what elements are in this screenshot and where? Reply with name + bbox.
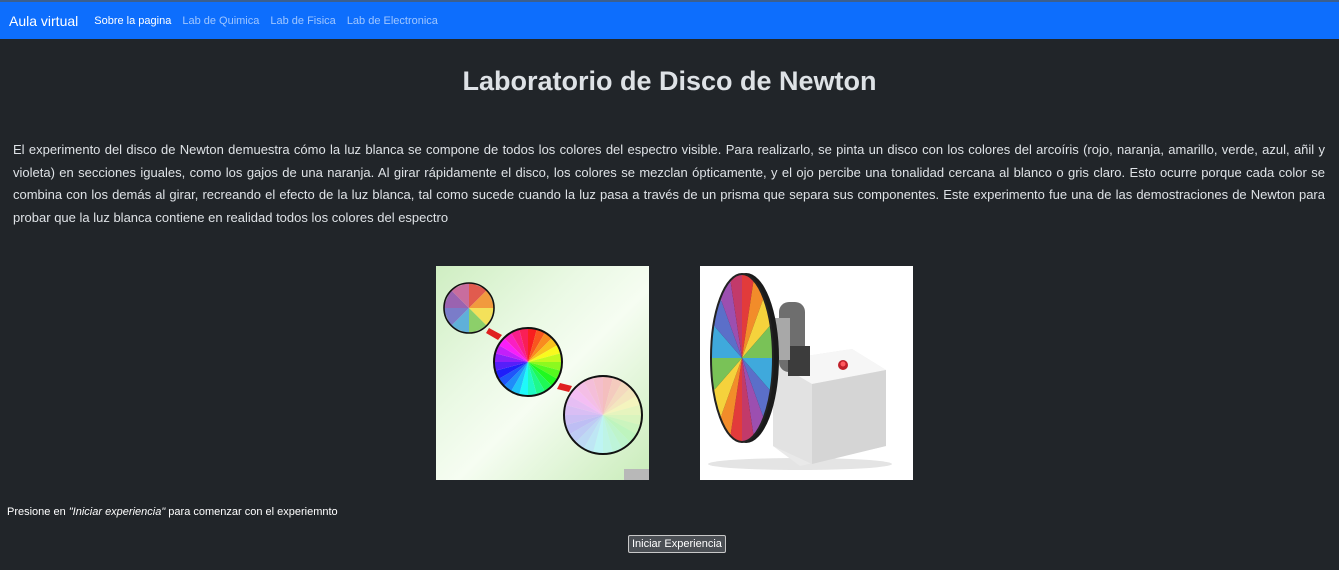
newton-disc-diagram-image: [436, 266, 649, 480]
instruction-prefix: Presione en: [7, 506, 69, 518]
newton-disc-device-image: [700, 266, 913, 480]
page-title: Laboratorio de Disco de Newton: [462, 66, 877, 96]
instruction-text: Presione en "Iniciar experiencia" para c…: [7, 506, 338, 518]
nav-link-fisica[interactable]: Lab de Fisica: [270, 15, 335, 27]
start-experience-button[interactable]: Iniciar Experiencia: [628, 535, 726, 553]
instruction-suffix: para comenzar con el experiemnto: [165, 506, 338, 518]
nav-link-quimica[interactable]: Lab de Quimica: [182, 15, 259, 27]
nav-link-electronica[interactable]: Lab de Electronica: [347, 15, 438, 27]
spinning-disc-device-icon: [708, 273, 892, 470]
color-wheel-diagram-icon: [443, 282, 649, 480]
navbar: Aula virtual Sobre la pagina Lab de Quim…: [0, 2, 1339, 39]
instruction-emphasis: "Iniciar experiencia": [68, 506, 166, 518]
description-paragraph: El experimento del disco de Newton demue…: [13, 142, 1325, 225]
brand-link[interactable]: Aula virtual: [9, 13, 78, 29]
nav-link-sobre[interactable]: Sobre la pagina: [94, 15, 171, 27]
